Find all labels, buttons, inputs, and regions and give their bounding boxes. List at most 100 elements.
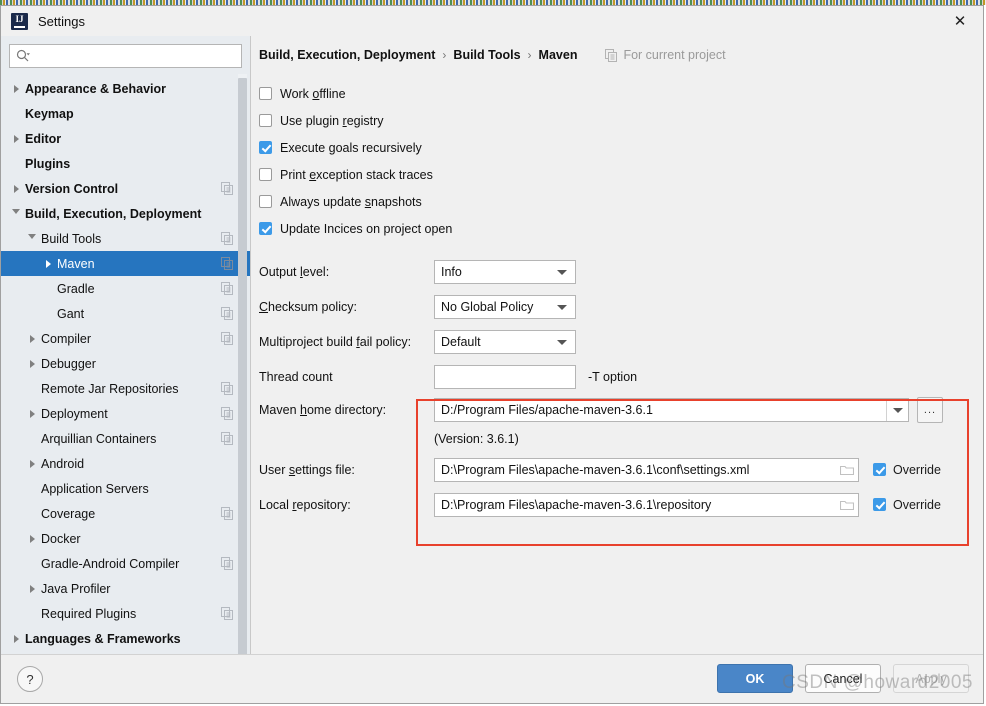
maven-version-note: (Version: 3.6.1) [434,432,519,446]
chevron-right-icon[interactable] [25,407,39,421]
sidebar-item-deployment[interactable]: Deployment [1,401,250,426]
cancel-button[interactable]: Cancel [805,664,881,693]
update-indices-on-project-open-checkbox[interactable] [259,222,272,235]
output-level-select[interactable]: Info [434,259,576,284]
local-repository-field[interactable]: D:\Program Files\apache-maven-3.6.1\repo… [434,492,859,517]
local-repository-override[interactable]: Override [873,498,941,512]
chevron-right-icon[interactable] [9,82,23,96]
maven-home-combo[interactable]: D:/Program Files/apache-maven-3.6.1 [434,398,909,422]
thread-count-input[interactable] [434,364,576,389]
sidebar-item-build-tools[interactable]: Build Tools [1,226,250,251]
close-icon[interactable]: ✕ [937,6,983,36]
sidebar-item-coverage[interactable]: Coverage [1,501,250,526]
sidebar-item-gradle-android-compiler[interactable]: Gradle-Android Compiler [1,551,250,576]
update-indices-on-project-open-row[interactable]: Update Incices on project open [259,215,983,242]
sidebar-item-application-servers[interactable]: Application Servers [1,476,250,501]
chevron-right-icon[interactable] [9,632,23,646]
sidebar-item-label: Java Profiler [41,581,111,596]
chevron-down-icon[interactable] [25,232,39,246]
user-settings-file-field[interactable]: D:\Program Files\apache-maven-3.6.1\conf… [434,457,859,482]
chevron-down-icon[interactable] [886,399,908,421]
sidebar-item-compiler[interactable]: Compiler [1,326,250,351]
sidebar-item-java-profiler[interactable]: Java Profiler [1,576,250,601]
chevron-down-icon [557,304,567,310]
breadcrumb-item-0[interactable]: Build, Execution, Deployment [259,48,435,62]
always-update-snapshots-row[interactable]: Always update snapshots [259,188,983,215]
search-box[interactable] [9,44,242,68]
project-scope-icon [221,557,234,570]
work-offline-checkbox[interactable] [259,87,272,100]
local-repository-override-checkbox[interactable] [873,498,886,511]
user-settings-file-value: D:\Program Files\apache-maven-3.6.1\conf… [441,462,750,477]
checksum-policy-label: Checksum policy: [259,299,357,314]
search-input[interactable] [34,48,235,64]
execute-goals-recursively-checkbox[interactable] [259,141,272,154]
dialog-content: Appearance & Behavior Keymap Editor Plugins… [1,36,983,655]
title-bar: IJ Settings ✕ [1,6,983,36]
sidebar-item-version-control[interactable]: Version Control [1,176,250,201]
chevron-right-icon[interactable] [25,457,39,471]
sidebar-item-label: Arquillian Containers [41,431,157,446]
for-current-project-text: For current project [623,48,726,62]
multiproject-fail-policy-select[interactable]: Default [434,329,576,354]
sidebar-item-label: Docker [41,531,81,546]
chevron-right-icon[interactable] [41,257,55,271]
sidebar-item-label: Compiler [41,331,92,346]
folder-icon[interactable] [836,499,858,511]
apply-button[interactable]: Apply [893,664,969,693]
sidebar-item-build-execution-deployment[interactable]: Build, Execution, Deployment [1,201,250,226]
print-exception-stack-traces-checkbox[interactable] [259,168,272,181]
work-offline-row[interactable]: Work offline [259,80,983,107]
print-exception-stack-traces-row[interactable]: Print exception stack traces [259,161,983,188]
maven-home-row: Maven home directory: D:/Program Files/a… [259,394,983,426]
breadcrumb: Build, Execution, Deployment › Build Too… [251,36,983,62]
breadcrumb-item-1[interactable]: Build Tools [453,48,520,62]
user-settings-file-row: User settings file: D:\Program Files\apa… [259,452,983,487]
sidebar-item-docker[interactable]: Docker [1,526,250,551]
sidebar-item-editor[interactable]: Editor [1,126,250,151]
sidebar-item-plugins[interactable]: Plugins [1,151,250,176]
project-scope-icon [221,382,234,395]
user-settings-override[interactable]: Override [873,463,941,477]
intellij-idea-logo-icon: IJ [11,12,28,30]
chevron-right-icon[interactable] [25,532,39,546]
update-indices-on-project-open-label: Update Incices on project open [280,221,453,236]
sidebar-item-label: Keymap [25,106,74,121]
chevron-right-icon[interactable] [9,132,23,146]
sidebar-item-required-plugins[interactable]: Required Plugins [1,601,250,626]
chevron-down-icon[interactable] [9,207,23,221]
user-settings-override-checkbox[interactable] [873,463,886,476]
checksum-policy-select[interactable]: No Global Policy [434,294,576,319]
sidebar-item-remote-jar-repositories[interactable]: Remote Jar Repositories [1,376,250,401]
chevron-right-icon[interactable] [25,332,39,346]
chevron-right-icon[interactable] [9,182,23,196]
sidebar-item-android[interactable]: Android [1,451,250,476]
always-update-snapshots-checkbox[interactable] [259,195,272,208]
sidebar-item-languages-frameworks[interactable]: Languages & Frameworks [1,626,250,651]
ok-button[interactable]: OK [717,664,793,693]
use-plugin-registry-row[interactable]: Use plugin registry [259,107,983,134]
execute-goals-recursively-row[interactable]: Execute goals recursively [259,134,983,161]
help-button[interactable]: ? [17,666,43,692]
use-plugin-registry-checkbox[interactable] [259,114,272,127]
search-icon [16,49,30,63]
sidebar-item-keymap[interactable]: Keymap [1,101,250,126]
sidebar-scrollbar-thumb[interactable] [238,78,247,655]
project-scope-icon [605,48,618,62]
output-level-value: Info [441,264,462,279]
checksum-policy-value: No Global Policy [441,299,534,314]
chevron-right-icon[interactable] [25,582,39,596]
sidebar-item-maven[interactable]: Maven [1,251,250,276]
sidebar-item-debugger[interactable]: Debugger [1,351,250,376]
chevron-right-icon[interactable] [25,357,39,371]
sidebar-item-gant[interactable]: Gant [1,301,250,326]
settings-dialog: IJ Settings ✕ Appearance & Behavior Keym… [0,5,984,704]
sidebar-item-arquillian-containers[interactable]: Arquillian Containers [1,426,250,451]
folder-icon[interactable] [836,464,858,476]
maven-home-browse-button[interactable]: ... [917,397,943,423]
sidebar-item-appearance-behavior[interactable]: Appearance & Behavior [1,76,250,101]
sidebar-item-gradle[interactable]: Gradle [1,276,250,301]
